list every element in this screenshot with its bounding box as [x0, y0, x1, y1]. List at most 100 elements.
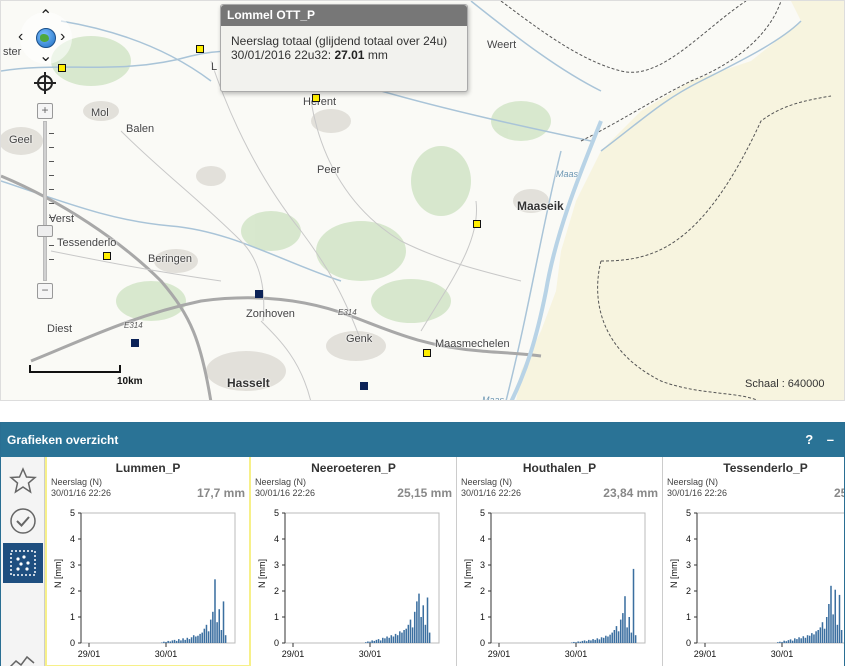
station-popup[interactable]: Lommel OTT_P Neerslag totaal (glijdend t… — [220, 4, 468, 92]
popup-title: Lommel OTT_P — [221, 5, 467, 26]
bar — [418, 593, 420, 643]
zoom-in-button[interactable]: + — [37, 103, 53, 119]
globe-icon[interactable] — [36, 28, 56, 48]
bar — [392, 636, 395, 643]
scale-label: 10km — [117, 376, 143, 387]
station-marker-hasselt-st[interactable] — [360, 382, 368, 390]
chart-total-value: 25,15 mm — [397, 486, 452, 500]
line-chart-tool[interactable] — [3, 641, 43, 666]
favorites-tool[interactable] — [3, 461, 43, 501]
y-tick-label: 1 — [70, 612, 75, 622]
bar — [184, 639, 186, 643]
bar — [609, 634, 611, 643]
bar — [167, 640, 169, 643]
bar — [573, 641, 575, 643]
select-tool[interactable] — [3, 501, 43, 541]
zoom-out-button[interactable]: − — [37, 283, 53, 299]
bar — [388, 637, 390, 643]
station-marker-lommel[interactable] — [196, 45, 204, 53]
pan-down-icon[interactable]: ⌄ — [39, 49, 52, 65]
station-marker-maasmechelen-st[interactable] — [423, 349, 431, 357]
minimize-button[interactable]: – — [827, 432, 834, 447]
y-tick-label: 3 — [480, 560, 485, 570]
bar — [605, 635, 607, 643]
bar — [585, 641, 588, 643]
bar — [401, 632, 403, 643]
map-view[interactable]: Mol Balen Geel Peer Herent Weert Maaseik Verst T… — [0, 0, 845, 401]
zoom-bar[interactable]: + − — [37, 103, 54, 299]
y-tick-label: 2 — [70, 586, 75, 596]
zoom-slider-handle[interactable] — [37, 225, 53, 237]
bar — [373, 640, 376, 643]
bar — [209, 619, 212, 643]
bar — [577, 641, 579, 643]
place-label-maasa: Maas — [556, 169, 579, 179]
pan-control[interactable]: ⌃ ‹ › ⌄ — [15, 9, 75, 71]
bar — [796, 639, 798, 643]
chart-param: Neerslag (N) — [255, 477, 307, 487]
pan-up-icon[interactable]: ⌃ — [39, 9, 52, 25]
bar — [218, 609, 221, 643]
bar — [188, 639, 191, 643]
bar-chart[interactable]: 0 1 2 3 4 5 N [mm] 29/01 30/01 — [47, 505, 247, 665]
place-label-weert: Weert — [487, 39, 517, 51]
bar — [613, 630, 616, 643]
bar — [617, 631, 620, 643]
chart-card-houthalen_p[interactable]: Houthalen_P Neerslag (N) 30/01/16 22:26 23,… — [457, 457, 663, 666]
bar — [632, 568, 635, 643]
bar — [411, 627, 414, 643]
chart-param: Neerslag (N) — [51, 477, 103, 487]
chart-card-lummen_p[interactable]: Lummen_P Neerslag (N) 30/01/16 22:26 17,7 m… — [45, 457, 251, 666]
station-marker-diest-st[interactable] — [131, 339, 139, 347]
place-label-balen: Balen — [126, 123, 155, 135]
help-button[interactable]: ? — [805, 432, 813, 447]
zoom-tick — [49, 133, 54, 134]
bar — [819, 627, 822, 643]
zoom-track[interactable] — [43, 121, 47, 281]
chart-card-tessenderlo_p[interactable]: Tessenderlo_P Neerslag (N) 30/01/16 22:26 2… — [663, 457, 845, 666]
zoom-tick — [49, 203, 54, 204]
bar — [386, 636, 388, 643]
bar — [207, 631, 210, 643]
station-marker-tessenderlo-st[interactable] — [103, 252, 111, 260]
bar — [571, 642, 573, 643]
bar — [800, 638, 802, 643]
chart-param: Neerslag (N) — [461, 477, 513, 487]
y-tick-label: 2 — [480, 586, 485, 596]
bar — [626, 627, 628, 643]
chart-card-neeroeteren_p[interactable]: Neeroeteren_P Neerslag (N) 30/01/16 22:26 2… — [251, 457, 457, 666]
bar — [212, 611, 214, 643]
bar — [190, 637, 193, 643]
bar — [214, 579, 216, 643]
y-tick-label: 1 — [480, 612, 485, 622]
bar — [825, 617, 828, 643]
bar — [798, 637, 800, 643]
zoom-tick — [49, 245, 54, 246]
bar-chart[interactable]: 0 1 2 3 4 5 N [mm] 29/01 30/01 — [457, 505, 657, 665]
x-tick-label: 29/01 — [488, 649, 511, 659]
pan-right-icon[interactable]: › — [60, 29, 65, 45]
bar — [399, 631, 401, 643]
bar-chart[interactable]: 0 1 2 3 4 5 N [mm] 29/01 30/01 — [663, 505, 845, 665]
bar — [420, 617, 422, 643]
bar-chart[interactable]: 0 1 2 3 4 5 N [mm] 29/01 30/01 — [251, 505, 451, 665]
bar — [619, 619, 622, 643]
station-marker-peer-st[interactable] — [473, 220, 481, 228]
station-marker-herent-st[interactable] — [312, 94, 320, 102]
scatter-view-tool[interactable] — [3, 543, 43, 583]
bar — [203, 628, 206, 643]
bar — [592, 639, 594, 643]
bar — [182, 638, 184, 643]
locate-crosshair-icon[interactable] — [34, 72, 56, 94]
y-tick-label: 4 — [480, 534, 485, 544]
y-tick-label: 3 — [274, 560, 279, 570]
bar — [777, 642, 779, 643]
y-tick-label: 2 — [686, 586, 691, 596]
zoom-tick — [49, 175, 54, 176]
pan-left-icon[interactable]: ‹ — [18, 29, 23, 45]
bar — [813, 634, 815, 643]
line-chart-icon — [9, 655, 35, 666]
bar — [588, 639, 590, 643]
station-marker-zonhoven-st[interactable] — [255, 290, 263, 298]
panel-title: Grafieken overzicht — [7, 433, 119, 447]
